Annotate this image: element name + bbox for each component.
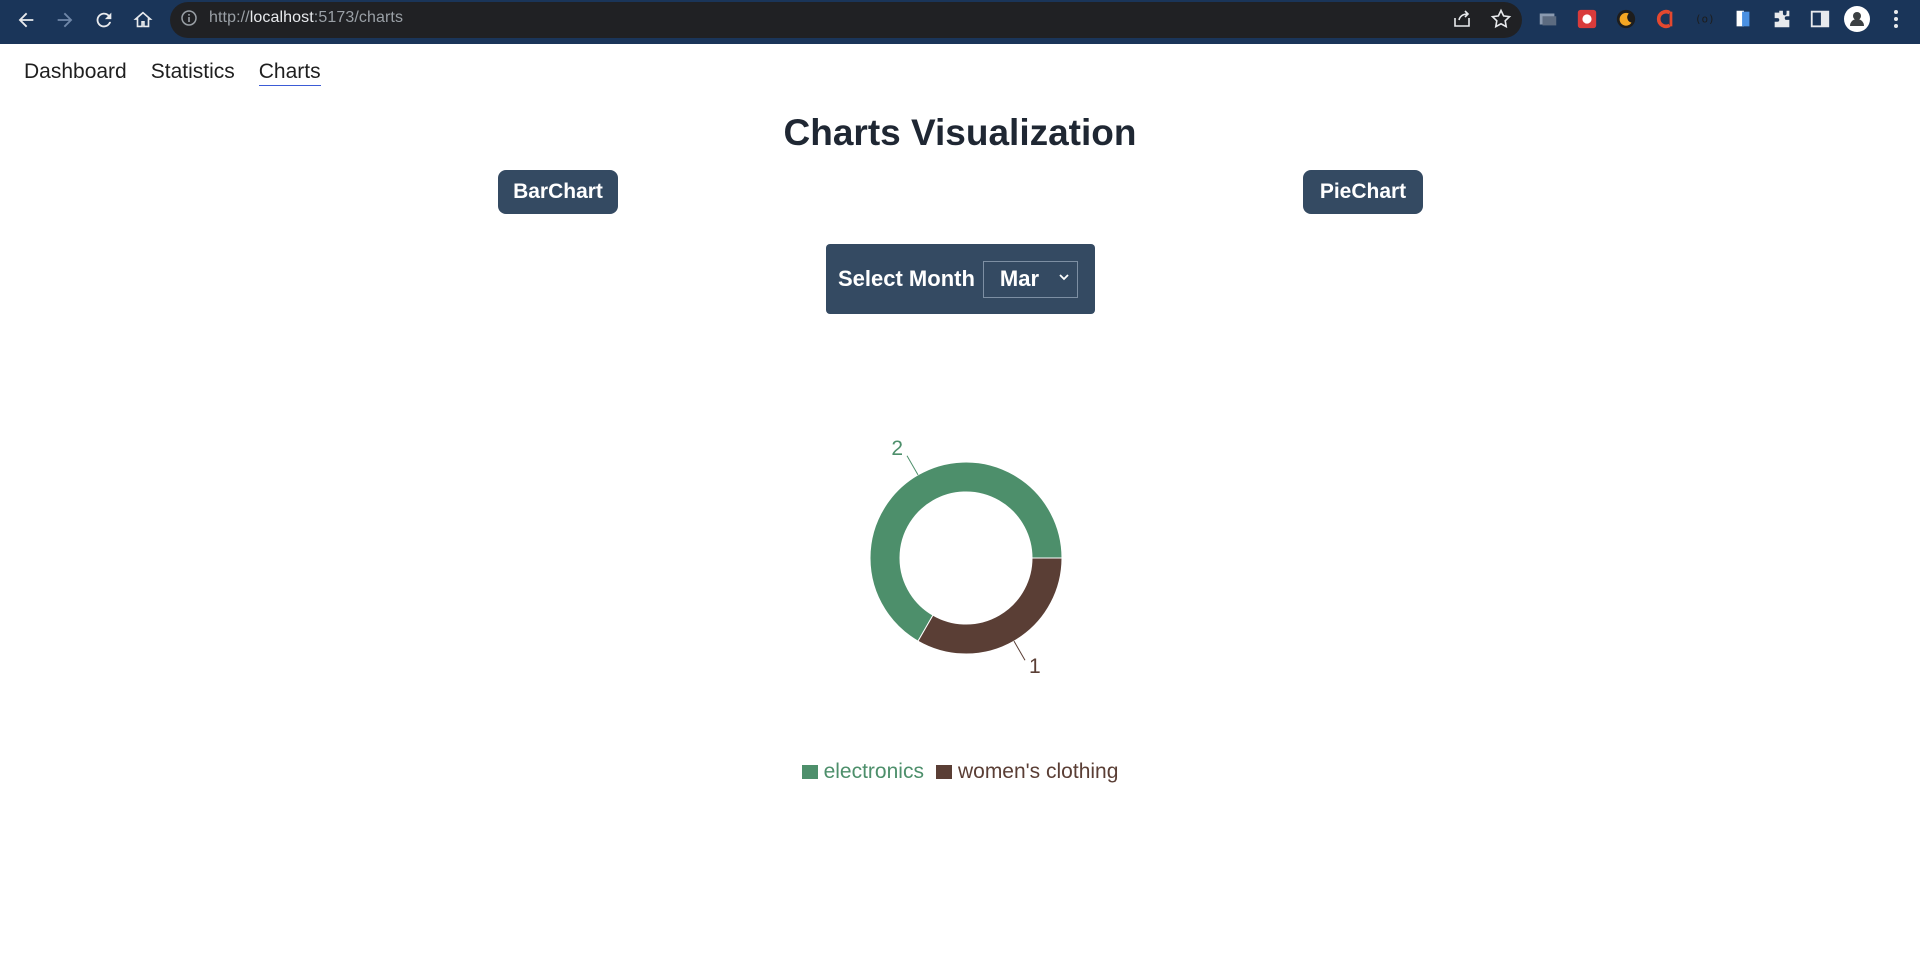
url-path: :5173/charts: [313, 9, 404, 26]
legend-swatch-womens-clothing: [935, 765, 952, 779]
reload-icon[interactable]: [88, 4, 120, 36]
profile-avatar-icon[interactable]: [1844, 6, 1870, 32]
url-scheme: http://: [209, 9, 250, 26]
page-navigation: Dashboard Statistics Charts: [24, 60, 321, 86]
site-info-icon[interactable]: [180, 9, 198, 27]
month-selector-label: Select Month: [838, 266, 975, 291]
extension-signal-icon[interactable]: (o): [1692, 7, 1716, 31]
back-icon[interactable]: [10, 4, 42, 36]
extension-red-icon[interactable]: [1575, 7, 1599, 31]
url-text[interactable]: http://localhost:5173/charts: [209, 9, 403, 27]
pie-chart: 21: [869, 437, 1063, 678]
share-icon[interactable]: [1451, 8, 1473, 30]
month-select-value: Mar: [999, 266, 1040, 291]
legend-item-electronics: electronics: [801, 760, 924, 784]
home-icon[interactable]: [127, 4, 159, 36]
legend-swatch-electronics: [801, 765, 818, 779]
legend-label-electronics: electronics: [823, 760, 924, 783]
legend-item-womens-clothing: women's clothing: [935, 760, 1119, 784]
piechart-button[interactable]: PieChart: [1303, 170, 1423, 214]
page-title: Charts Visualization: [783, 112, 1137, 153]
nav-link-statistics[interactable]: Statistics: [151, 60, 235, 86]
extensions-puzzle-icon[interactable]: [1770, 7, 1794, 31]
legend-label-womens-clothing: women's clothing: [957, 760, 1119, 783]
chart-legend: electronics women's clothing: [0, 760, 1920, 784]
svg-text:(o): (o): [1695, 13, 1715, 26]
extension-doc-icon[interactable]: [1731, 7, 1755, 31]
extension-c-icon[interactable]: [1653, 7, 1677, 31]
extension-moon-icon[interactable]: [1614, 7, 1638, 31]
side-panel-icon[interactable]: [1808, 7, 1832, 31]
browser-menu-icon[interactable]: [1884, 6, 1908, 32]
forward-icon[interactable]: [49, 4, 81, 36]
nav-link-charts[interactable]: Charts: [258, 60, 321, 86]
nav-link-dashboard[interactable]: Dashboard: [24, 60, 127, 86]
bookmark-star-icon[interactable]: [1490, 8, 1512, 30]
month-select[interactable]: Mar: [982, 260, 1078, 298]
pie-data-label-0: 2: [891, 437, 903, 460]
chevron-down-icon: [1059, 273, 1069, 280]
pie-label-line-0: [906, 455, 919, 476]
url-host: localhost: [249, 9, 314, 26]
barchart-button[interactable]: BarChart: [498, 170, 618, 214]
pie-data-label-1: 1: [1029, 655, 1041, 678]
pie-label-line-1: [1013, 640, 1026, 661]
pie-slice-women-s-clothing[interactable]: [917, 557, 1063, 655]
month-selector-panel: Select Month Mar: [826, 244, 1095, 314]
extension-tab-icon[interactable]: [1536, 7, 1560, 31]
